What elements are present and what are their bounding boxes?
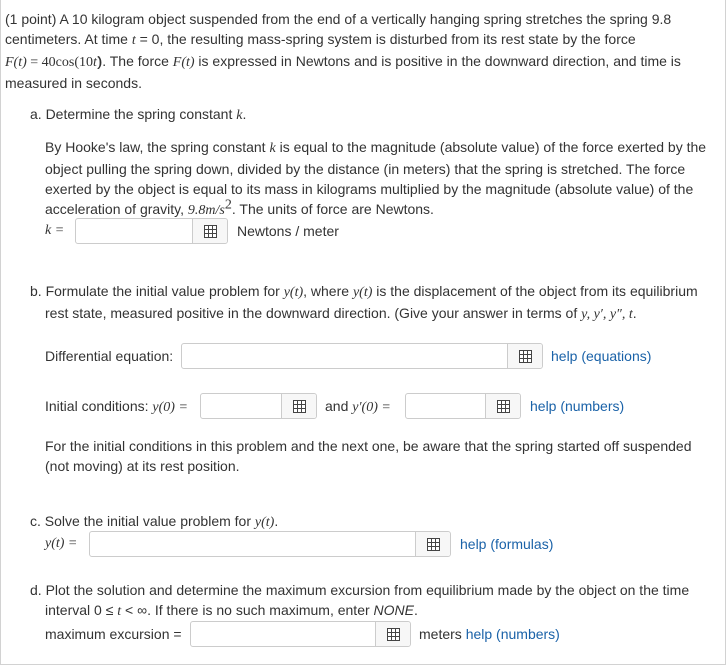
problem-frame <box>0 0 726 665</box>
solution-answer <box>89 531 451 557</box>
differential-equation-answer <box>181 343 543 369</box>
equation-editor-icon <box>292 399 306 413</box>
solution-input[interactable] <box>90 532 416 556</box>
initial-position-answer <box>200 393 317 419</box>
differential-equation-input[interactable] <box>182 344 508 368</box>
maximum-excursion-input[interactable] <box>191 622 376 646</box>
initial-position-input[interactable] <box>201 394 282 418</box>
initial-velocity-label: and y′(0) = <box>325 398 391 415</box>
help-numbers-link[interactable]: help (numbers) <box>466 626 560 642</box>
spring-constant-units: Newtons / meter <box>237 223 339 239</box>
points-label: (1 point) <box>5 11 57 27</box>
spring-constant-input[interactable] <box>76 219 193 243</box>
problem-statement: (1 point) A 10 kilogram object suspended… <box>5 11 681 91</box>
hookes-law-explanation: By Hooke's law, the spring constant k is… <box>45 139 707 218</box>
initial-conditions-label: Initial conditions: y(0) = <box>45 398 188 415</box>
equation-editor-icon <box>203 224 217 238</box>
equation-editor-icon <box>518 349 532 363</box>
equation-editor-button[interactable] <box>508 344 542 368</box>
initial-velocity-input[interactable] <box>406 394 486 418</box>
spring-constant-answer <box>75 218 228 244</box>
equation-editor-icon <box>496 399 510 413</box>
part-b-heading: b. Formulate the initial value problem f… <box>30 283 698 322</box>
help-formulas-link[interactable]: help (formulas) <box>460 534 553 554</box>
maximum-excursion-label: maximum excursion = <box>45 626 182 642</box>
help-numbers-link[interactable]: help (numbers) <box>530 396 624 416</box>
help-equations-link[interactable]: help (equations) <box>551 346 651 366</box>
maximum-excursion-answer <box>190 621 411 647</box>
part-a-heading: a. Determine the spring constant k. <box>30 106 247 123</box>
equation-editor-button[interactable] <box>486 394 520 418</box>
equation-editor-button[interactable] <box>282 394 316 418</box>
differential-equation-label: Differential equation: <box>45 348 174 364</box>
maximum-excursion-units: meters help (numbers) <box>419 626 560 642</box>
equation-editor-button[interactable] <box>376 622 410 646</box>
equation-editor-icon <box>426 537 440 551</box>
equation-editor-button[interactable] <box>416 532 450 556</box>
spring-constant-label: k = <box>45 223 65 238</box>
initial-conditions-note: For the initial conditions in this probl… <box>45 438 692 474</box>
equation-editor-icon <box>386 627 400 641</box>
part-d-heading: d. Plot the solution and determine the m… <box>30 582 690 619</box>
equation-editor-button[interactable] <box>193 219 227 243</box>
solution-label: y(t) = <box>45 536 78 551</box>
part-c-heading: c. Solve the initial value problem for y… <box>30 513 279 530</box>
initial-velocity-answer <box>405 393 521 419</box>
